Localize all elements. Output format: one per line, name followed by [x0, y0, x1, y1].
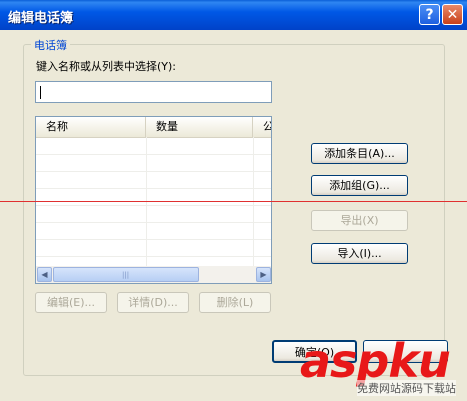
export-button[interactable]: 导出(X): [311, 210, 408, 231]
add-group-button[interactable]: 添加组(G)...: [311, 175, 408, 196]
list-row: [36, 205, 271, 206]
list-row: [36, 239, 271, 240]
column-divider: [146, 137, 147, 267]
phonebook-list[interactable]: 名称 数量 公 ◀ ||| ▶: [35, 116, 272, 284]
column-header-name[interactable]: 名称: [36, 117, 146, 137]
title-bar[interactable]: 编辑电话簿 ? ✕: [0, 0, 467, 30]
window-title: 编辑电话簿: [8, 11, 74, 26]
column-divider: [253, 137, 254, 267]
scroll-left-arrow-icon[interactable]: ◀: [37, 267, 52, 282]
scrollbar-thumb[interactable]: |||: [53, 267, 199, 282]
import-button[interactable]: 导入(I)...: [311, 243, 408, 264]
help-icon: ?: [425, 7, 434, 23]
watermark-subtitle: 免费网站源码下载站: [357, 380, 456, 396]
list-row: [36, 171, 271, 172]
horizontal-scrollbar[interactable]: ◀ ||| ▶: [36, 266, 271, 283]
column-header-public[interactable]: 公: [253, 117, 271, 137]
list-row: [36, 256, 271, 257]
add-entry-button[interactable]: 添加条目(A)...: [311, 143, 408, 164]
column-header-count[interactable]: 数量: [146, 117, 253, 137]
list-row: [36, 154, 271, 155]
close-button[interactable]: ✕: [442, 4, 463, 25]
grip-icon: |||: [122, 271, 130, 279]
group-legend: 电话簿: [31, 37, 70, 53]
details-button[interactable]: 详情(D)...: [117, 292, 189, 313]
watermark-logo: aspku: [300, 334, 451, 388]
name-input[interactable]: [35, 81, 272, 103]
help-button[interactable]: ?: [419, 4, 440, 25]
list-row: [36, 222, 271, 223]
edit-button[interactable]: 编辑(E)...: [35, 292, 107, 313]
red-guide-line: [0, 201, 467, 202]
list-header: 名称 数量 公: [36, 117, 271, 138]
name-prompt-label: 键入名称或从列表中选择(Y):: [36, 60, 177, 73]
text-caret: [40, 86, 41, 99]
scroll-right-arrow-icon[interactable]: ▶: [256, 267, 271, 282]
close-icon: ✕: [446, 7, 459, 23]
list-row: [36, 188, 271, 189]
delete-button[interactable]: 删除(L): [199, 292, 271, 313]
